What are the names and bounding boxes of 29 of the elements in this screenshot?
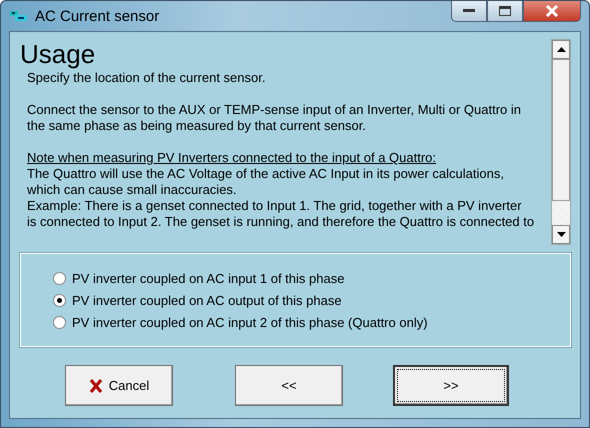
cancel-button[interactable]: Cancel [65, 365, 173, 406]
down-arrow-icon [556, 232, 566, 237]
next-button[interactable]: >> [393, 365, 509, 406]
note-heading: Note when measuring PV Inverters connected to the input of a Quattro: [26, 150, 438, 166]
option-label[interactable]: PV inverter coupled on AC input 2 of this phase (Quattro only) [72, 314, 428, 330]
close-icon [545, 5, 559, 17]
maximize-icon [499, 6, 511, 16]
option-label[interactable]: PV inverter coupled on AC input 1 of this phase [72, 270, 344, 286]
close-button[interactable] [523, 1, 581, 22]
option-label[interactable]: PV inverter coupled on AC output of this phase [72, 292, 342, 308]
scroll-up-button[interactable] [552, 40, 570, 59]
app-icon [9, 9, 29, 23]
cross-icon [88, 378, 103, 392]
scrollbar[interactable] [551, 39, 571, 245]
usage-heading: Usage [20, 39, 96, 69]
maximize-button[interactable] [487, 1, 523, 22]
minimize-icon [463, 9, 475, 13]
usage-paragraph: The Quattro will use the AC Voltage of the active AC Input in its power calculations, which can cause small inaccuracies. Example: There is a genset connected to Input 1. The grid, together with a PV inverter is connected to Input 2. The genset is running, and therefore the Quattro is connected to [26, 166, 536, 230]
usage-paragraph: Specify the location of the current sensor. [26, 70, 266, 86]
scrollbar-thumb[interactable] [552, 59, 570, 201]
window-title: AC Current sensor [35, 8, 160, 24]
radio-button[interactable] [53, 294, 66, 306]
up-arrow-icon [556, 47, 566, 52]
minimize-button[interactable] [451, 1, 487, 22]
radio-button[interactable] [53, 272, 66, 284]
radio-button[interactable] [53, 316, 66, 328]
back-button[interactable]: << [235, 365, 343, 406]
usage-paragraph: Connect the sensor to the AUX or TEMP-sense input of an Inverter, Multi or Quattro in the same phase as being measured by that current sensor. [26, 102, 522, 134]
scroll-down-button[interactable] [552, 225, 570, 244]
